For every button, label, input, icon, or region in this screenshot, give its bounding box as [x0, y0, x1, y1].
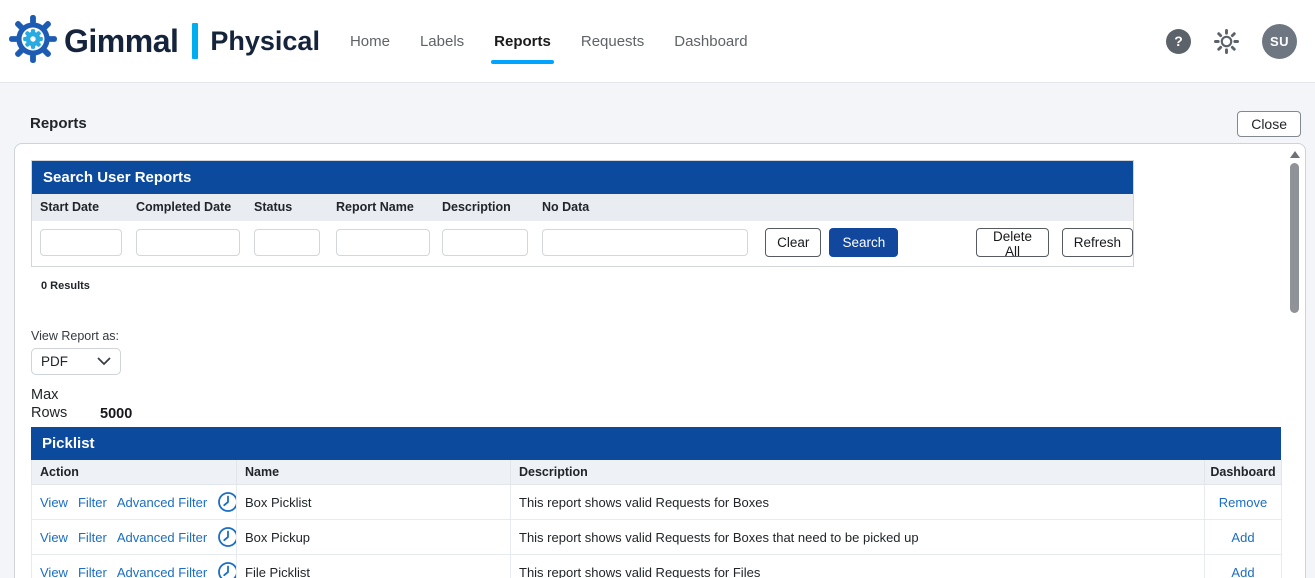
picklist-section-title: Picklist [31, 427, 1281, 460]
search-button[interactable]: Search [829, 228, 898, 257]
picklist-header-row: Action Name Description Dashboard [32, 460, 1282, 485]
column-header-status: Status [254, 200, 336, 214]
advanced-filter-link[interactable]: Advanced Filter [117, 530, 207, 545]
report-name-cell: File Picklist [237, 555, 511, 578]
header-actions: ? SU [1166, 24, 1297, 59]
page-title: Reports [30, 115, 87, 132]
search-user-reports-section: Search User Reports Start Date Completed… [31, 160, 1134, 267]
advanced-filter-link[interactable]: Advanced Filter [117, 565, 207, 578]
max-rows-label-line2: Rows [31, 404, 100, 422]
report-name-cell: Box Picklist [237, 485, 511, 520]
start-date-input[interactable] [40, 229, 122, 256]
max-rows-label-line1: Max [31, 386, 100, 404]
scrollbar-thumb[interactable] [1290, 163, 1299, 313]
view-link[interactable]: View [40, 530, 68, 545]
gimmal-gear-logo-icon [8, 14, 58, 69]
search-section-title: Search User Reports [32, 161, 1133, 194]
description-input[interactable] [442, 229, 528, 256]
completed-date-input[interactable] [136, 229, 240, 256]
status-input[interactable] [254, 229, 320, 256]
help-icon[interactable]: ? [1166, 29, 1191, 54]
reports-panel: Search User Reports Start Date Completed… [14, 143, 1306, 578]
column-header-start-date: Start Date [40, 200, 136, 214]
column-header-completed-date: Completed Date [136, 200, 254, 214]
column-header-description: Description [442, 200, 542, 214]
report-name-cell: Box Pickup [237, 520, 511, 555]
dashboard-add-link[interactable]: Add [1231, 565, 1254, 578]
filter-link[interactable]: Filter [78, 530, 107, 545]
delete-all-button[interactable]: Delete All [976, 228, 1049, 257]
column-header-no-data: No Data [542, 200, 742, 214]
view-link[interactable]: View [40, 495, 68, 510]
view-report-as-label: View Report as: [31, 329, 1305, 343]
advanced-filter-link[interactable]: Advanced Filter [117, 495, 207, 510]
nav-item-dashboard[interactable]: Dashboard [674, 29, 747, 54]
search-filter-headers: Start Date Completed Date Status Report … [32, 194, 1133, 221]
search-filter-row: Clear Search Delete All Refresh [32, 221, 1133, 266]
main-nav: Home Labels Reports Requests Dashboard [350, 29, 748, 54]
schedule-clock-icon[interactable] [217, 526, 236, 548]
scrollbar-up-arrow-icon[interactable] [1290, 151, 1300, 158]
report-name-input[interactable] [336, 229, 430, 256]
picklist-table: Action Name Description Dashboard View F… [31, 460, 1282, 578]
clear-button[interactable]: Clear [765, 228, 821, 257]
table-row: View Filter Advanced Filter Box Pick [32, 485, 1282, 520]
report-description-cell: This report shows valid Requests for Box… [511, 520, 1205, 555]
max-rows-label: Max Rows [31, 386, 100, 422]
chevron-down-icon [97, 354, 111, 369]
max-rows-value: 5000 [100, 406, 132, 422]
schedule-clock-icon[interactable] [217, 561, 236, 578]
report-format-select[interactable]: PDF [31, 348, 121, 375]
results-count: 0 Results [41, 280, 1305, 292]
report-format-selected-value: PDF [41, 354, 68, 369]
product-name: Physical [210, 26, 320, 57]
picklist-column-action: Action [32, 460, 237, 485]
report-description-cell: This report shows valid Requests for Box… [511, 485, 1205, 520]
report-description-cell: This report shows valid Requests for Fil… [511, 555, 1205, 578]
nav-item-reports[interactable]: Reports [494, 29, 551, 54]
nav-item-home[interactable]: Home [350, 29, 390, 54]
dashboard-add-link[interactable]: Add [1231, 530, 1254, 545]
dashboard-remove-link[interactable]: Remove [1219, 495, 1267, 510]
max-rows-row: Max Rows 5000 [31, 386, 1305, 422]
user-avatar[interactable]: SU [1262, 24, 1297, 59]
table-row: View Filter Advanced Filter Box Pick [32, 520, 1282, 555]
picklist-column-name: Name [237, 460, 511, 485]
brand-name: Gimmal [64, 23, 178, 60]
app-logo[interactable]: Gimmal Physical [8, 14, 320, 69]
vertical-scrollbar[interactable] [1288, 148, 1302, 578]
settings-gear-icon[interactable] [1213, 28, 1240, 55]
nav-item-labels[interactable]: Labels [420, 29, 464, 54]
no-data-input[interactable] [542, 229, 748, 256]
page-title-row: Reports Close [0, 83, 1315, 143]
app-header: Gimmal Physical Home Labels Reports Requ… [0, 0, 1315, 83]
filter-link[interactable]: Filter [78, 495, 107, 510]
table-row: View Filter Advanced Filter File Pic [32, 555, 1282, 578]
view-link[interactable]: View [40, 565, 68, 578]
avatar-initials: SU [1270, 34, 1289, 49]
schedule-clock-icon[interactable] [217, 491, 236, 513]
brand-divider [192, 23, 198, 59]
filter-link[interactable]: Filter [78, 565, 107, 578]
column-header-report-name: Report Name [336, 200, 442, 214]
help-glyph: ? [1174, 33, 1183, 49]
picklist-column-dashboard: Dashboard [1205, 460, 1282, 485]
close-button[interactable]: Close [1237, 111, 1301, 137]
picklist-column-description: Description [511, 460, 1205, 485]
nav-item-requests[interactable]: Requests [581, 29, 644, 54]
refresh-button[interactable]: Refresh [1062, 228, 1133, 257]
picklist-section: Picklist Action Name Description Dashboa… [31, 427, 1281, 578]
